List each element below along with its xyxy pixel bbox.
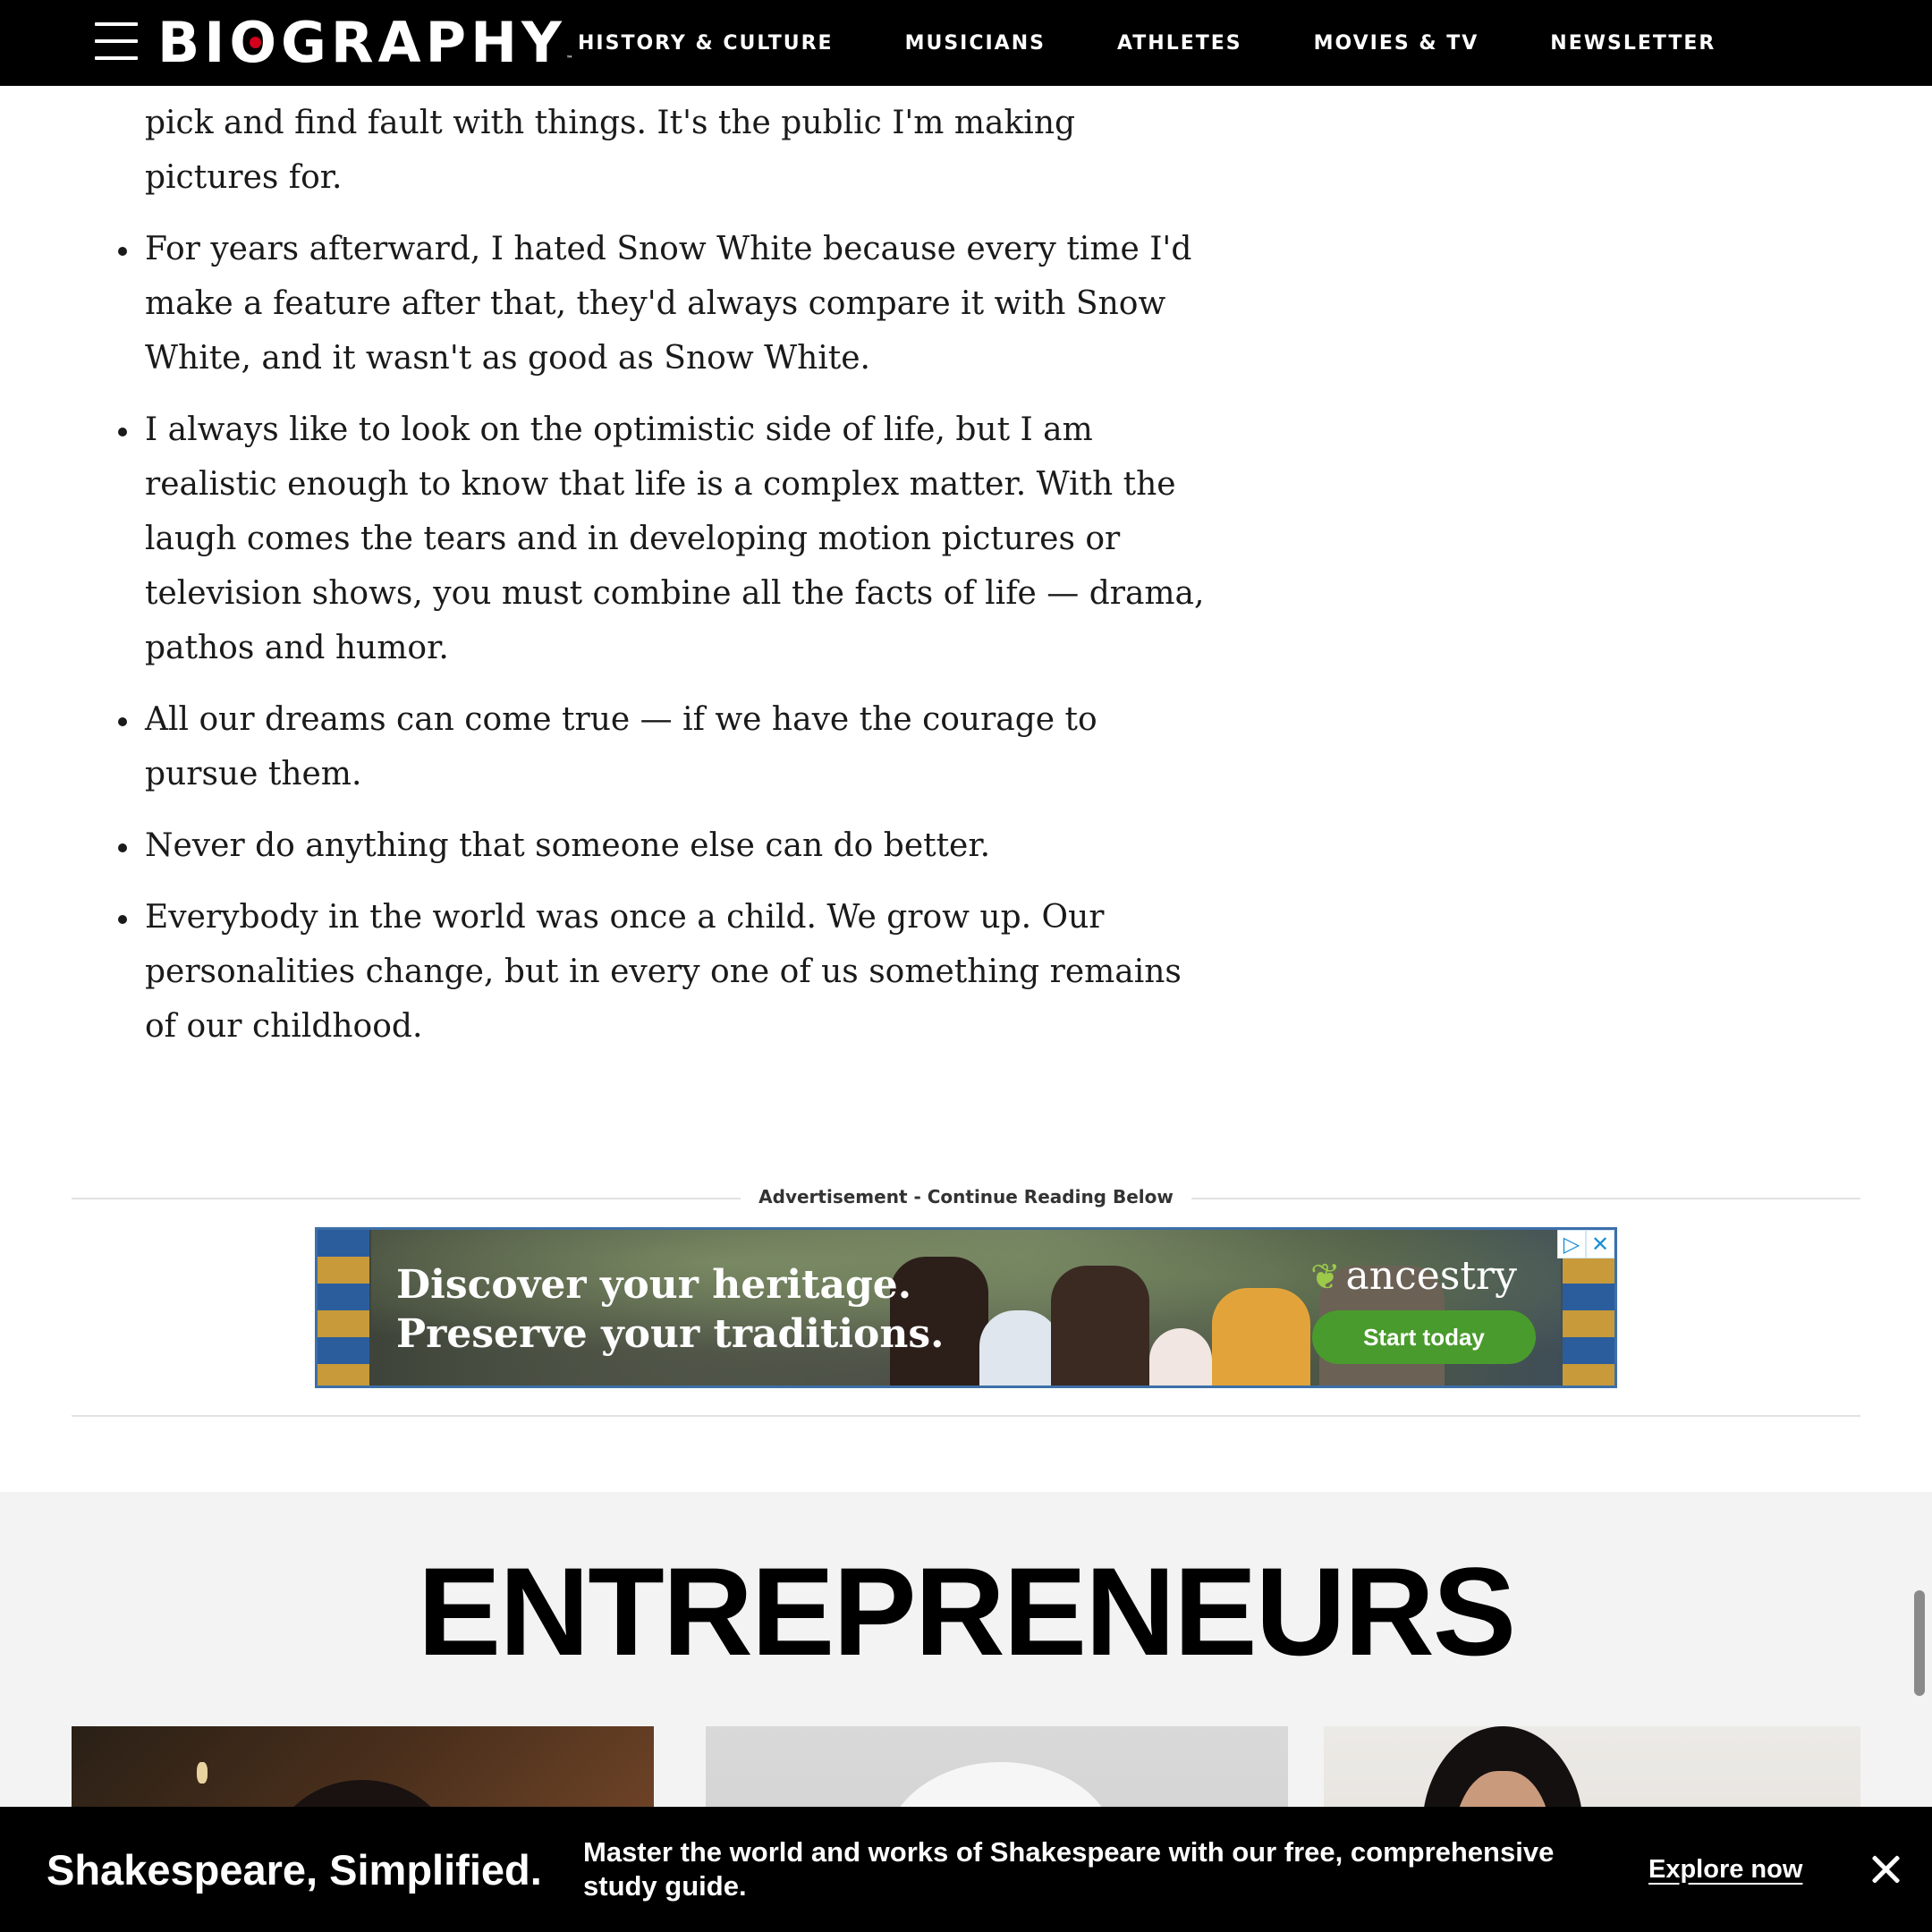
ad-close-icon[interactable]: ✕ — [1586, 1230, 1614, 1258]
ad-label: Advertisement - Continue Reading Below — [0, 1186, 1932, 1208]
ad-divider-bottom — [72, 1415, 1860, 1417]
quote-item: Everybody in the world was once a child.… — [106, 890, 1215, 1054]
quote-item: All our dreams can come true — if we hav… — [106, 692, 1215, 801]
explore-now-link[interactable]: Explore now — [1648, 1807, 1802, 1932]
ancestry-leaf-icon: ❦ — [1310, 1257, 1341, 1298]
ad-brand-name: ancestry — [1345, 1253, 1517, 1299]
promo-title: Shakespeare, Simplified. — [47, 1845, 542, 1894]
quote-text: Everybody in the world was once a child.… — [145, 899, 1182, 1045]
quote-item: Never do anything that someone else can … — [106, 818, 1215, 873]
top-nav-bar: BI O GRAPHY ™ HISTORY & CULTURE MUSICIANS A… — [0, 0, 1932, 86]
hamburger-menu-icon[interactable] — [95, 22, 138, 60]
quote-item: For years afterward, I hated Snow White … — [106, 222, 1215, 386]
close-icon[interactable] — [1868, 1852, 1903, 1887]
ad-start-today-button[interactable]: Start today — [1312, 1310, 1536, 1364]
page-scrollbar[interactable] — [1914, 1590, 1925, 1696]
quote-text: All our dreams can come true — if we hav… — [145, 701, 1097, 792]
promo-banner: Shakespeare, Simplified. Master the worl… — [0, 1807, 1932, 1932]
ad-headline-line-1: Discover your heritage. — [396, 1262, 912, 1308]
nav-musicians[interactable]: MUSICIANS — [905, 32, 1046, 55]
nav-athletes[interactable]: ATHLETES — [1117, 32, 1242, 55]
quote-text: I always like to look on the optimistic … — [145, 411, 1205, 666]
ad-label-text: Advertisement - Continue Reading Below — [741, 1186, 1191, 1208]
nav-newsletter[interactable]: NEWSLETTER — [1550, 32, 1716, 55]
adchoices-icon[interactable]: ▷ — [1557, 1230, 1586, 1258]
nav-history-culture[interactable]: HISTORY & CULTURE — [578, 32, 834, 55]
quote-item: I always like to look on the optimistic … — [106, 402, 1215, 675]
ad-choices[interactable]: ▷ ✕ — [1557, 1230, 1614, 1258]
site-logo[interactable]: BI O GRAPHY ™ — [157, 10, 573, 75]
promo-description: Master the world and works of Shakespear… — [583, 1836, 1555, 1902]
main-nav: HISTORY & CULTURE MUSICIANS ATHLETES MOV… — [578, 0, 1787, 86]
ad-frame-left — [318, 1230, 369, 1385]
quote-list: think the only way to be noticed and to … — [106, 50, 1215, 1071]
quote-text: For years afterward, I hated Snow White … — [145, 231, 1192, 377]
quote-text: Never do anything that someone else can … — [145, 827, 991, 864]
nav-movies-tv[interactable]: MOVIES & TV — [1314, 32, 1479, 55]
ancestry-ad-banner[interactable]: Discover your heritage. Preserve your tr… — [315, 1227, 1617, 1388]
ad-headline-line-2: Preserve your traditions. — [396, 1311, 945, 1357]
section-title: ENTREPRENEURS — [417, 1541, 1516, 1682]
ad-headline: Discover your heritage. Preserve your tr… — [396, 1260, 969, 1359]
ad-brand: ❦ ancestry — [1310, 1253, 1517, 1299]
